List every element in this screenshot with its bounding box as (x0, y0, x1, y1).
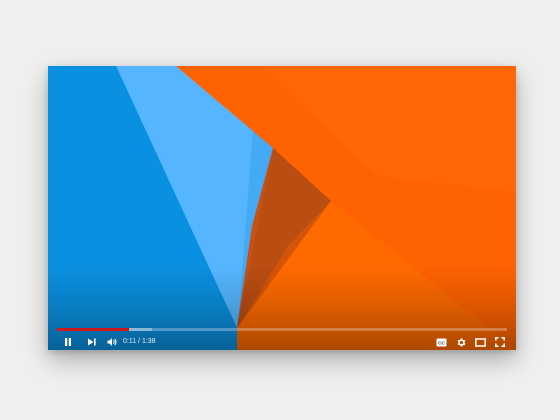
control-bar: 0:11 / 1:38 CC (48, 334, 516, 350)
current-time: 0:11 (123, 338, 137, 345)
next-button[interactable] (84, 334, 100, 350)
progress-bar[interactable] (57, 328, 507, 331)
theater-mode-button[interactable] (473, 334, 487, 350)
captions-button[interactable]: CC (434, 334, 448, 350)
fullscreen-button[interactable] (493, 334, 507, 350)
progress-played (57, 328, 129, 331)
time-display: 0:11 / 1:38 (123, 335, 156, 349)
volume-button[interactable] (104, 334, 120, 350)
captions-icon: CC (436, 338, 446, 346)
video-player[interactable]: 0:11 / 1:38 CC (48, 66, 516, 350)
fullscreen-icon (495, 337, 505, 347)
svg-text:CC: CC (438, 340, 445, 345)
volume-icon (107, 338, 116, 346)
duration: 1:38 (141, 338, 156, 345)
theater-mode-icon (474, 337, 486, 347)
video-frame[interactable] (48, 66, 516, 350)
pause-icon (65, 338, 71, 346)
settings-icon (457, 337, 465, 347)
pause-button[interactable] (60, 334, 76, 350)
next-icon (88, 338, 96, 346)
settings-button[interactable] (454, 334, 468, 350)
